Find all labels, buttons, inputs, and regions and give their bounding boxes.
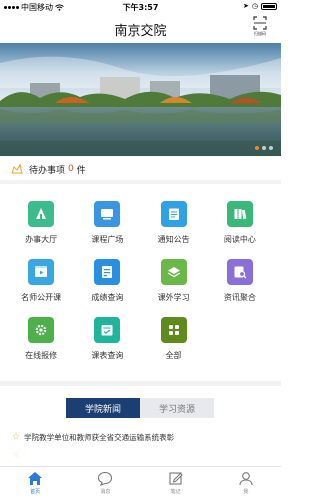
nav-label: 首页 <box>30 489 41 495</box>
grid-label: 成绩查询 <box>91 293 124 302</box>
location-icon: ➤ <box>243 2 249 10</box>
gear-icon <box>28 317 55 343</box>
grid-item-notice[interactable]: 通知公告 <box>141 201 207 250</box>
home-icon <box>28 472 43 485</box>
app-header: 南京交院 扫描码 <box>0 13 281 43</box>
list-item[interactable]: ☆ <box>0 446 281 464</box>
battery-icon <box>261 2 277 10</box>
nav-notes[interactable]: 笔记 <box>141 467 211 500</box>
grid-item-reading[interactable]: 阅读中心 <box>207 201 273 250</box>
grid-label: 课外学习 <box>157 293 190 302</box>
alarm-icon: ◷ <box>251 2 258 10</box>
grid-item-schedule[interactable]: 课表查询 <box>74 317 140 366</box>
course-icon <box>94 201 121 227</box>
grid-label: 资讯聚合 <box>223 293 256 302</box>
nav-label: 我 <box>243 489 249 495</box>
todo-count: 0 <box>68 164 74 174</box>
star-icon: ☆ <box>12 432 21 442</box>
chat-icon <box>98 471 113 486</box>
feature-grid: 办事大厅 课程广场 通知公告 阅读中心 名师公开课 成绩查询 课外学习 资讯聚合… <box>8 201 273 366</box>
status-time: 下午3:57 <box>122 3 159 12</box>
status-bar: 中国移动 下午3:57 ➤ ◷ <box>0 0 281 13</box>
grid-item-news-aggregate[interactable]: 资讯聚合 <box>207 259 273 308</box>
note-icon <box>169 472 183 485</box>
grid-item-extracurricular[interactable]: 课外学习 <box>141 259 207 308</box>
grid-label: 办事大厅 <box>25 235 58 244</box>
section-divider <box>0 381 281 386</box>
tab-learning-resources[interactable]: 学习资源 <box>140 398 214 418</box>
grid-item-open-course[interactable]: 名师公开课 <box>8 259 74 308</box>
star-icon: ☆ <box>12 450 21 460</box>
list-item[interactable]: ☆ 学院教学单位和教师获全省交通运输系统表彰 <box>0 428 281 446</box>
grid-item-hall[interactable]: 办事大厅 <box>8 201 74 250</box>
score-icon <box>94 259 121 285</box>
tab-college-news[interactable]: 学院新闻 <box>66 398 140 418</box>
grid-item-course[interactable]: 课程广场 <box>74 201 140 250</box>
nav-label: 笔记 <box>170 489 181 495</box>
campus-banner[interactable] <box>0 43 281 156</box>
grid-label: 阅读中心 <box>223 235 256 244</box>
nav-profile[interactable]: 我 <box>211 467 281 500</box>
pager-dot[interactable] <box>255 146 259 150</box>
grid-item-score[interactable]: 成绩查询 <box>74 259 140 308</box>
pager-dot[interactable] <box>269 146 273 150</box>
schedule-icon <box>94 317 121 343</box>
pager-dot[interactable] <box>262 146 266 150</box>
nav-messages[interactable]: 消息 <box>70 467 140 500</box>
nav-label: 消息 <box>100 489 111 495</box>
todo-label: 待办事项 <box>29 165 66 176</box>
page-title: 南京交院 <box>114 24 167 39</box>
bottom-nav: 首页 消息 笔记 我 <box>0 466 281 500</box>
layers-icon <box>160 259 187 285</box>
search-doc-icon <box>226 259 253 285</box>
books-icon <box>226 201 253 227</box>
grid-label: 全部 <box>165 351 182 360</box>
scan-icon <box>253 16 267 30</box>
nav-home[interactable]: 首页 <box>0 467 70 500</box>
hall-icon <box>28 201 55 227</box>
grid-item-repair[interactable]: 在线报修 <box>8 317 74 366</box>
todo-unit: 件 <box>76 165 86 176</box>
grid-label: 通知公告 <box>157 235 190 244</box>
scan-button[interactable]: 扫描码 <box>249 16 271 42</box>
grid-label: 在线报修 <box>25 351 58 360</box>
apps-icon <box>160 317 187 343</box>
grid-item-all[interactable]: 全部 <box>141 317 207 366</box>
user-icon <box>239 472 253 486</box>
todo-icon <box>11 164 23 174</box>
notice-icon <box>160 201 187 227</box>
grid-label: 名师公开课 <box>21 293 62 302</box>
news-list: ☆ 学院教学单位和教师获全省交通运输系统表彰 ☆ <box>0 428 281 464</box>
scan-label: 扫描码 <box>254 31 266 36</box>
grid-label: 课程广场 <box>91 235 124 244</box>
news-title: 学院教学单位和教师获全省交通运输系统表彰 <box>24 432 175 442</box>
campus-photo <box>0 43 281 156</box>
todo-row[interactable]: 待办事项 0 件 <box>0 158 281 184</box>
banner-pager[interactable] <box>255 146 273 150</box>
video-icon <box>28 259 55 285</box>
news-tabs: 学院新闻 学习资源 <box>66 398 214 418</box>
grid-label: 课表查询 <box>91 351 124 360</box>
